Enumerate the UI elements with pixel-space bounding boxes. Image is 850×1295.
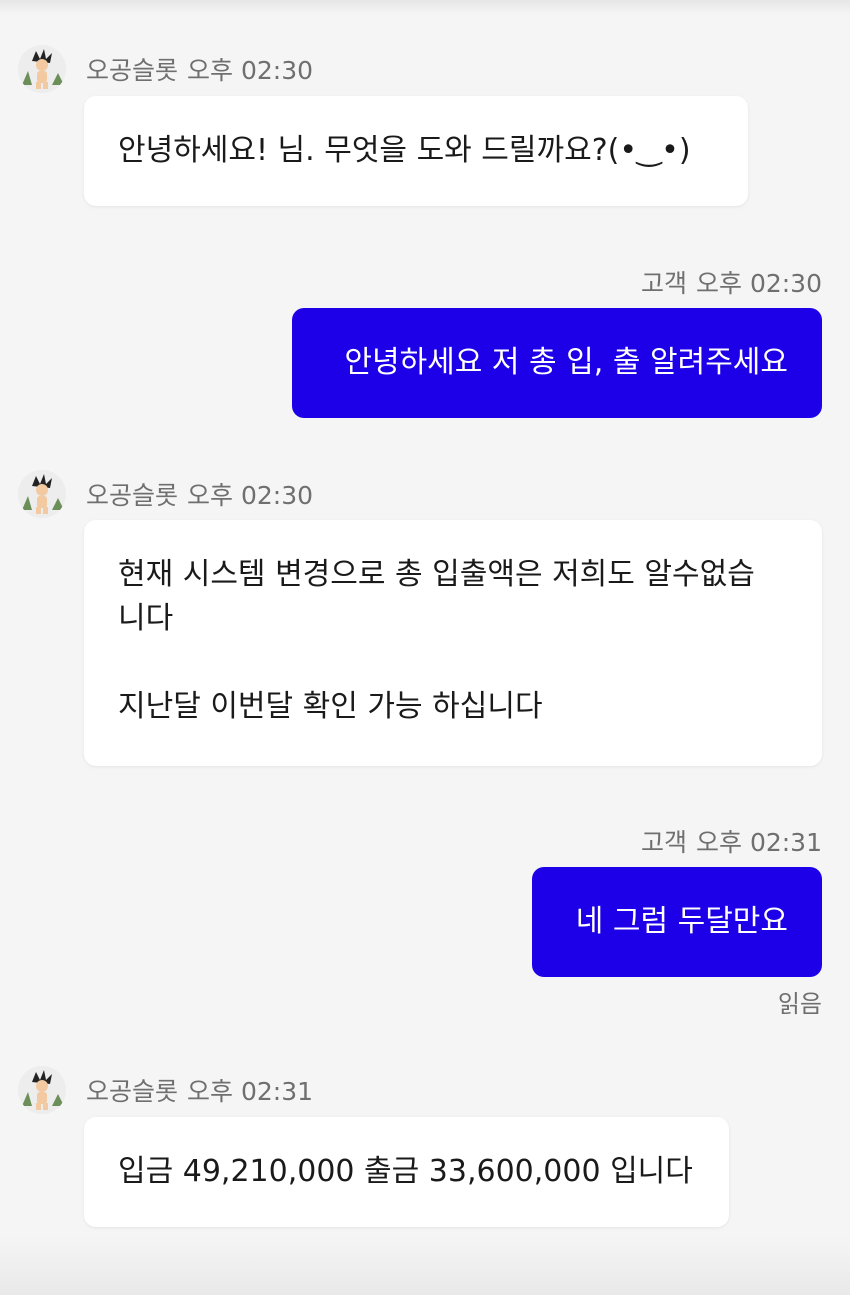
message-meta: 고객 오후 02:31 [641, 828, 822, 858]
sender-name: 고객 [640, 828, 687, 857]
message-bubble-incoming[interactable]: 입금 49,210,000 출금 33,600,000 입니다 [84, 1117, 729, 1227]
agent-avatar[interactable] [18, 1066, 66, 1114]
message-meta: 오공슬롯 오후 02:30 [86, 481, 313, 511]
read-status: 읽음 [777, 990, 822, 1018]
message-time: 오후 02:31 [696, 828, 822, 857]
sender-name: 고객 [640, 269, 687, 298]
top-shadow [0, 0, 850, 14]
sender-name: 오공슬롯 [86, 1077, 179, 1106]
message-bubble-incoming[interactable]: 현재 시스템 변경으로 총 입출액은 저희도 알수없습 니다 지난달 이번달 확… [84, 520, 822, 766]
message-meta: 오공슬롯 오후 02:30 [86, 56, 313, 86]
bottom-shadow [0, 1235, 850, 1295]
message-meta: 오공슬롯 오후 02:31 [86, 1077, 313, 1107]
sender-name: 오공슬롯 [86, 56, 179, 85]
message-meta: 고객 오후 02:30 [641, 269, 822, 299]
message-bubble-outgoing[interactable]: 네 그럼 두달만요 [532, 867, 822, 977]
message-time: 오후 02:31 [187, 1077, 314, 1106]
agent-avatar[interactable] [18, 470, 66, 518]
sender-name: 오공슬롯 [86, 481, 179, 510]
message-time: 오후 02:30 [696, 269, 822, 298]
message-bubble-incoming[interactable]: 안녕하세요! 님. 무엇을 도와 드릴까요?(•‿•) [84, 96, 748, 206]
message-time: 오후 02:30 [187, 481, 314, 510]
message-time: 오후 02:30 [187, 56, 314, 85]
message-bubble-outgoing[interactable]: 안녕하세요 저 총 입, 출 알려주세요 [292, 308, 822, 418]
agent-avatar[interactable] [18, 45, 66, 93]
